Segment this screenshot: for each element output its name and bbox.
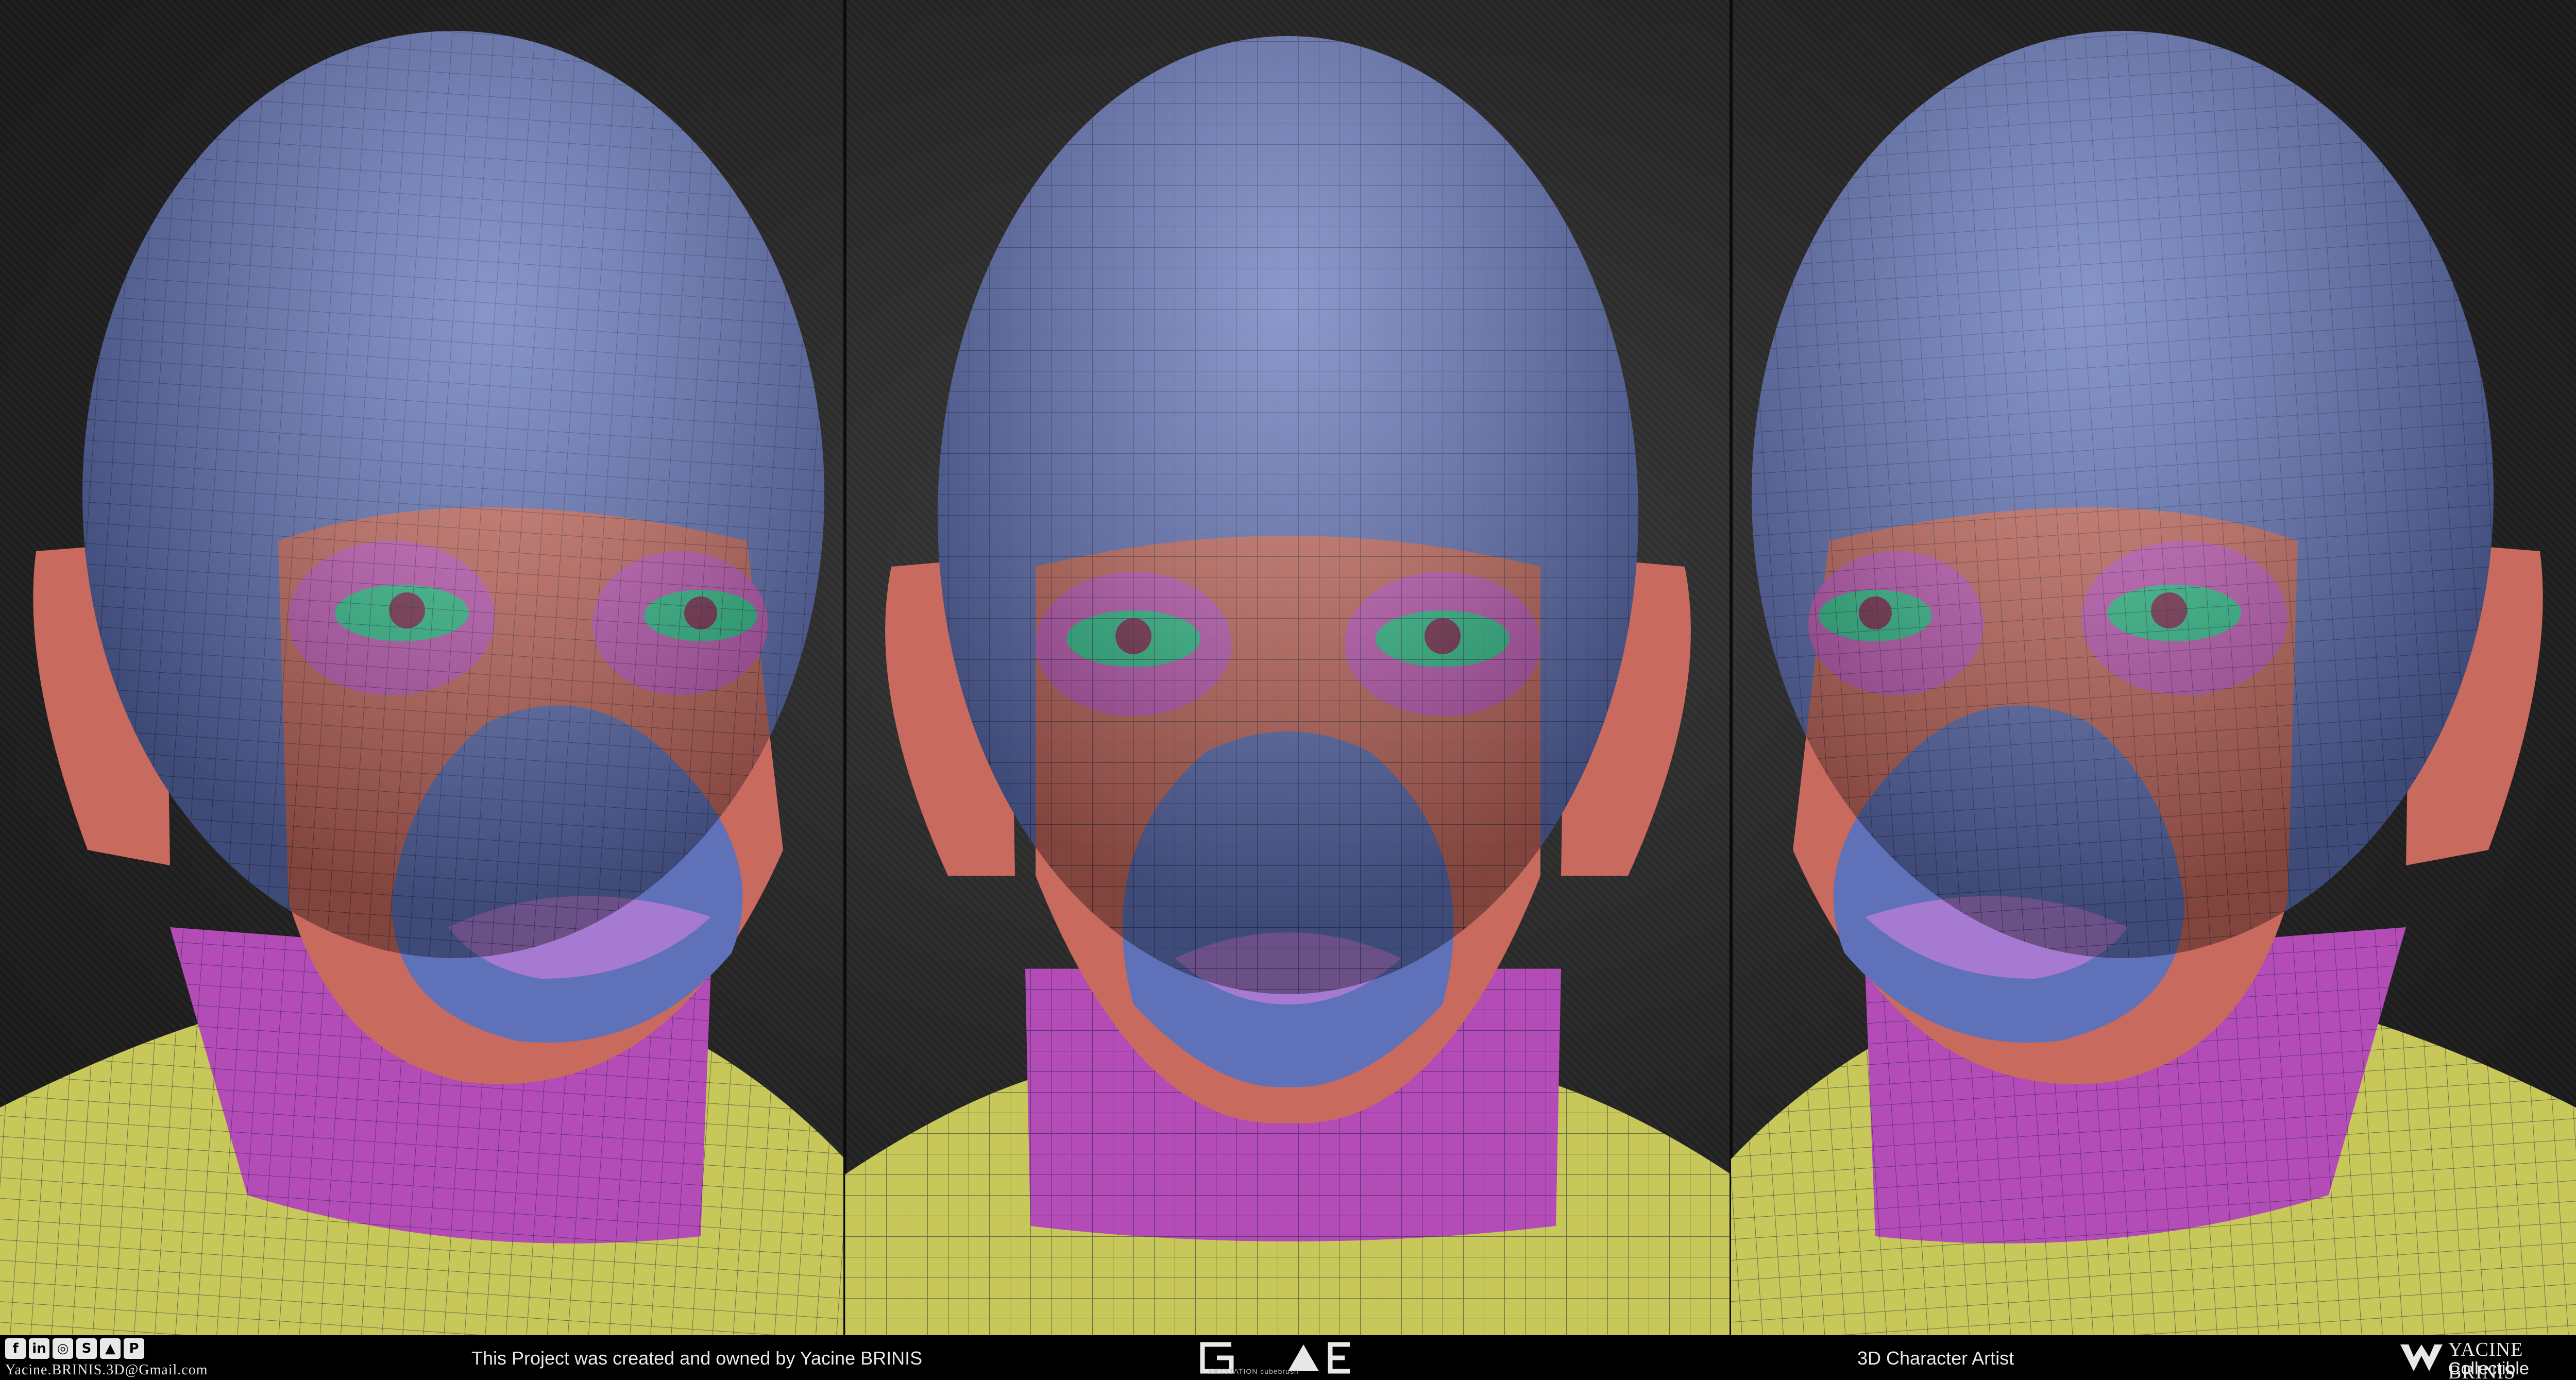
head-view-front: [845, 0, 1731, 1335]
contact-email[interactable]: Yacine.BRINIS.3D@Gmail.com: [5, 1362, 208, 1378]
pinterest-icon[interactable]: P: [124, 1338, 144, 1359]
head-view-right: [1731, 0, 2576, 1335]
skype-icon[interactable]: S: [76, 1338, 97, 1359]
head-render-front: [845, 36, 1731, 1335]
credit-text: This Project was created and owned by Ya…: [471, 1348, 923, 1369]
social-links: f in ◎ S ▲ P: [5, 1338, 144, 1359]
head-render-right: [1731, 31, 2576, 1335]
footer-bar: f in ◎ S ▲ P Yacine.BRINIS.3D@Gmail.com …: [0, 1335, 2576, 1380]
artstation-icon[interactable]: ▲: [100, 1338, 121, 1359]
head-view-left: [0, 0, 845, 1335]
linkedin-icon[interactable]: in: [29, 1338, 49, 1359]
studio-logo-icon: [2400, 1344, 2443, 1371]
render-canvas: f in ◎ S ▲ P Yacine.BRINIS.3D@Gmail.com …: [0, 0, 2576, 1380]
head-render-left: [0, 31, 845, 1335]
facebook-icon[interactable]: f: [5, 1338, 26, 1359]
role-text: 3D Character Artist: [1857, 1348, 2014, 1369]
instagram-icon[interactable]: ◎: [53, 1338, 73, 1359]
brand-subtitle: Collectible Studios: [2448, 1359, 2529, 1380]
logo-caption: ARTSTATION cubebrush: [1208, 1367, 1299, 1375]
